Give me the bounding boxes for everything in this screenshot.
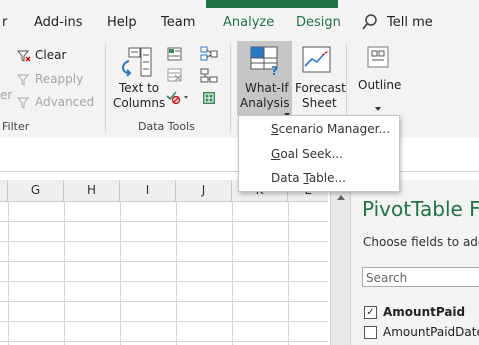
tab-analyze[interactable]: Analyze (223, 15, 274, 30)
advanced-filter-icon (16, 95, 31, 114)
contextual-tab-strip (206, 0, 338, 8)
lightbulb-search-icon (361, 13, 379, 35)
grid-line (0, 261, 328, 262)
grid-line (0, 281, 328, 282)
menu-item-label: oal Seek... (280, 147, 343, 161)
menu-item-goal-seek[interactable]: Goal Seek... (271, 147, 343, 161)
text-to-columns-icon (119, 47, 153, 83)
column-header-g[interactable]: G (8, 180, 64, 202)
advanced-button[interactable]: Advanced (35, 95, 94, 109)
menu-item-label: cenario Manager... (278, 122, 390, 136)
ribbon-tab-bar: r Add-ins Help Team Analyze Design Tell … (0, 0, 479, 40)
relationships-icon[interactable] (200, 68, 218, 88)
column-header-i[interactable]: I (120, 180, 176, 202)
menu-item-data-table[interactable]: Data Table... (271, 171, 346, 185)
pivot-pane-title: PivotTable Fi (362, 197, 479, 221)
field-label: AmountPaid (383, 305, 466, 319)
pivottable-fields-pane: PivotTable Fi Choose fields to add to Se… (350, 180, 479, 345)
grid-line (0, 301, 328, 302)
outline-button[interactable]: Outline (358, 78, 401, 92)
what-if-analysis-label-1: What-If (245, 81, 289, 95)
tab-team[interactable]: Team (161, 15, 195, 30)
grid-line (0, 241, 328, 242)
grid-line (176, 201, 177, 345)
remove-duplicates-icon[interactable] (167, 67, 183, 86)
grid-line (64, 201, 65, 345)
tab-design[interactable]: Design (296, 15, 341, 30)
reapply-button[interactable]: Reapply (35, 72, 83, 86)
reapply-icon (16, 72, 31, 91)
menu-item-label: able... (308, 171, 346, 185)
data-tools-group-label: Data Tools (138, 120, 195, 133)
column-header-h[interactable]: H (64, 180, 120, 202)
grid-line (120, 201, 121, 345)
vertical-scrollbar[interactable] (330, 180, 351, 345)
grid-line (0, 321, 328, 322)
field-search-input[interactable]: Search (362, 267, 479, 287)
what-if-analysis-icon: ? (250, 46, 282, 80)
dropdown-arrow-icon (375, 96, 381, 115)
grid-line (0, 221, 328, 222)
group-separator (230, 44, 231, 132)
grid-line (288, 201, 289, 345)
grid-line (0, 341, 328, 342)
pivot-pane-subtitle: Choose fields to add to (363, 235, 479, 249)
consolidate-icon[interactable] (200, 46, 218, 66)
text-to-columns-label-1[interactable]: Text to (119, 81, 159, 95)
forecast-sheet-label-2[interactable]: Sheet (302, 96, 337, 110)
flash-fill-icon[interactable] (167, 46, 183, 65)
tab-formulas-partial[interactable]: r (2, 15, 7, 30)
worksheet-grid[interactable]: G H I J K L (0, 180, 328, 345)
field-label: AmountPaidDate (383, 325, 479, 339)
checkbox-unchecked[interactable] (364, 326, 377, 339)
what-if-analysis-label-2: Analysis (240, 96, 290, 110)
what-if-analysis-menu: Scenario Manager... Goal Seek... Data Ta… (238, 115, 400, 192)
clear-filter-icon (16, 48, 31, 67)
sort-filter-group-label: Filter (2, 120, 30, 133)
column-header[interactable] (0, 180, 8, 202)
clear-button[interactable]: Clear (35, 48, 66, 62)
grid-line (232, 201, 233, 345)
forecast-sheet-icon[interactable] (302, 46, 332, 78)
svg-text:?: ? (271, 64, 278, 76)
tab-addins[interactable]: Add-ins (34, 15, 82, 30)
checkbox-checked[interactable]: ✓ (364, 306, 377, 319)
data-validation-icon[interactable] (166, 89, 190, 108)
tell-me-box[interactable]: Tell me (387, 15, 433, 30)
menu-item-label: Data (271, 171, 304, 185)
group-separator (105, 44, 106, 132)
forecast-sheet-label-1[interactable]: Forecast (295, 81, 346, 95)
outline-icon (367, 46, 389, 72)
column-header-j[interactable]: J (176, 180, 232, 202)
grid-line (8, 201, 9, 345)
text-to-columns-label-2[interactable]: Columns (113, 96, 165, 110)
manage-data-model-icon[interactable] (201, 90, 217, 110)
menu-item-scenario-manager[interactable]: Scenario Manager... (271, 122, 390, 136)
filter-partial-label: er (0, 88, 13, 102)
tab-help[interactable]: Help (107, 15, 137, 30)
